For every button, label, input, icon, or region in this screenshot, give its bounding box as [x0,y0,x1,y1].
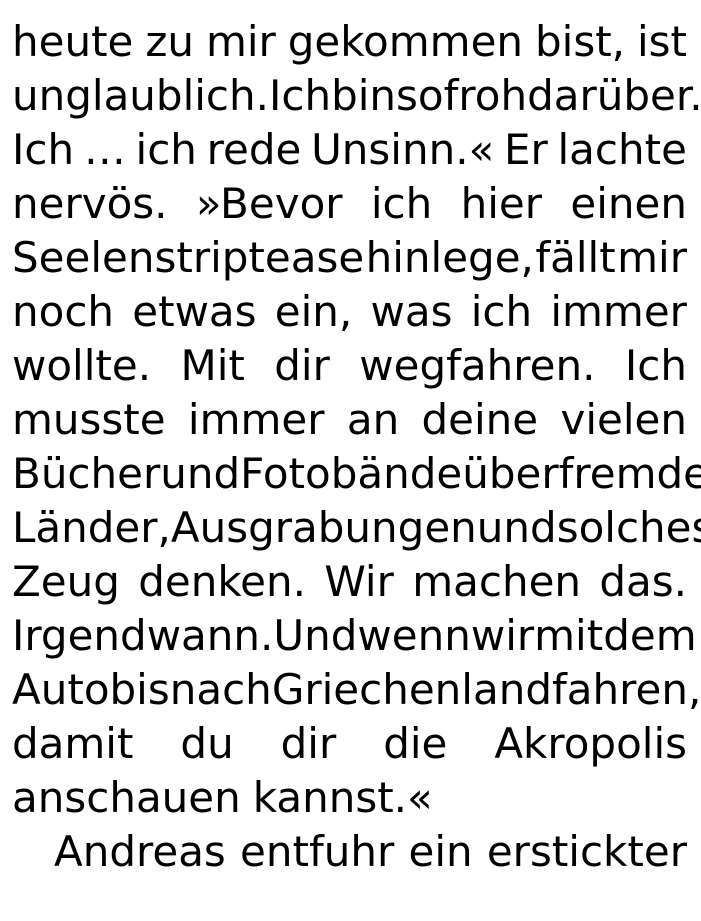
word: fällt [535,233,616,282]
word: Ausgrabungen [170,503,477,552]
word: Ich [268,71,332,120]
word: mit [534,611,604,660]
word: hinlege, [365,233,534,282]
word: Länder, [12,503,171,552]
text-line: unglaublich. Ich bin so froh darüber. [12,68,701,124]
word: Wir [324,557,394,606]
text-line: musste immer an deine vielen [12,392,687,448]
word: darüber. [527,71,701,120]
word: solches [556,503,701,552]
word: das. [599,557,687,606]
word: Er [503,125,548,174]
word: rede [206,125,302,174]
word: Und [273,611,358,660]
word: wegfahren. [359,341,596,390]
word: ist [636,17,687,66]
word: bist, [534,17,626,66]
word: mir [617,233,687,282]
word: an [346,395,400,444]
word: unglaublich. [12,71,269,120]
word: ein, [274,287,353,336]
word: erstickter [486,827,687,876]
word: ich [135,125,197,174]
text-line: Irgendwann. Und wenn wir mit dem [12,608,697,664]
word: dem [603,611,697,660]
word: immer [187,395,325,444]
word: heute [12,17,134,66]
word: Andreas [54,827,226,876]
word: Griechenland [271,665,552,714]
word: froh [443,71,528,120]
word: lachte [557,125,687,174]
word: »Bevor [195,179,343,228]
text-line: Ich… ich rede Unsinn.« Er lachte [12,122,687,178]
word: immer [550,287,687,336]
word: ich [370,179,433,228]
text-line: Zeug denken. Wir machen das. [12,554,687,610]
word: … [83,125,126,174]
word: ein [408,827,473,876]
word: fremde [558,449,701,498]
word: du [180,719,234,768]
word: bin [331,71,397,120]
word: und [160,449,241,498]
word: zu [145,17,194,66]
word: so [396,71,444,120]
word: anschauen [12,773,241,822]
word: Ich [12,125,75,174]
word: musste [12,395,166,444]
text-line: Auto bis nach Griechenland fahren, [12,662,701,718]
text-line: damit du dir die Akropolis [12,716,687,772]
word: Irgendwann. [12,611,274,660]
word: Seelenstriptease [12,233,365,282]
word: wollte. [12,341,152,390]
word: hier [460,179,543,228]
word: Unsinn.« [311,125,495,174]
word: denken. [138,557,306,606]
word: über [462,449,559,498]
word: machen [412,557,582,606]
book-page: heute zu mir gekommen bist, ist unglaublich. Ic… [0,0,701,921]
word: nervös. [12,179,168,228]
word: vielen [560,395,687,444]
word: und [476,503,557,552]
word: fahren, [552,665,701,714]
word: damit [12,719,134,768]
word: einen [570,179,687,228]
word: ich [470,287,533,336]
text-line: heute zu mir gekommen bist, ist [12,14,687,70]
word: die [383,719,448,768]
word: Zeug [12,557,120,606]
word: was [370,287,453,336]
word: mir [205,17,276,66]
word: nach [169,665,272,714]
word: Bücher [12,449,161,498]
word: wenn [357,611,471,660]
word: Auto [12,665,110,714]
text-line: Länder, Ausgrabungen und solches [12,500,701,556]
word: deine [421,395,539,444]
text-line: anschauen kannst.« [12,770,687,826]
word: entfuhr [240,827,395,876]
text-line: wollte. Mit dir wegfahren. Ich [12,338,687,394]
word: Mit [180,341,245,390]
word: Akropolis [494,719,687,768]
word: wir [470,611,535,660]
word: gekommen [287,17,524,66]
text-line: Andreas entfuhr ein erstickter [54,824,687,880]
text-line: Bücher und Fotobände über fremde [12,446,701,502]
word: Fotobände [240,449,463,498]
word: bis [109,665,170,714]
word: dir [280,719,337,768]
word: Ich [624,341,687,390]
word: kannst.« [252,773,433,822]
word: dir [274,341,330,390]
text-line: noch etwas ein, was ich immer [12,284,687,340]
word: etwas [132,287,257,336]
text-line: nervös. »Bevor ich hier einen [12,176,687,232]
text-line: Seelenstriptease hinlege, fällt mir [12,230,687,286]
word: noch [12,287,115,336]
